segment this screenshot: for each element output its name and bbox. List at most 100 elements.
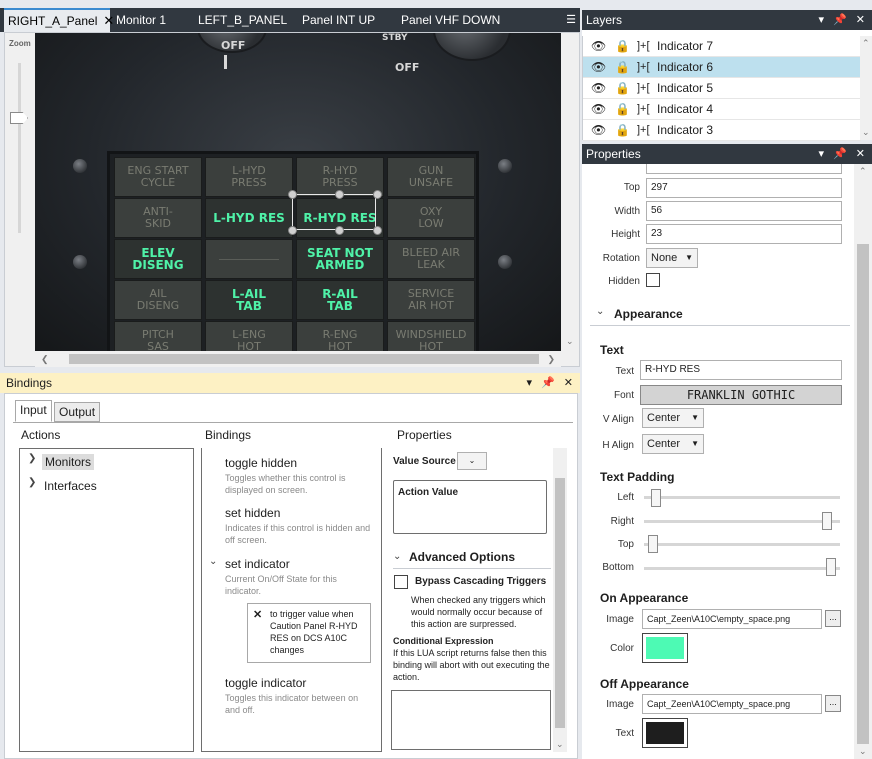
- binding-properties-scrollbar[interactable]: ⌄: [553, 448, 567, 752]
- off-image-browse-button[interactable]: ...: [825, 695, 841, 712]
- panel-window-controls[interactable]: ▾ 📌 ✕: [818, 144, 868, 164]
- annunciator-cell[interactable]: L-AIL TAB: [205, 280, 293, 320]
- valign-select[interactable]: Center ▼: [642, 408, 704, 428]
- pad-top-slider-thumb[interactable]: [648, 535, 658, 553]
- chevron-down-icon[interactable]: ⌄: [556, 739, 564, 750]
- off-image-input[interactable]: Capt_Zeen\A10C\empty_space.png: [642, 694, 822, 714]
- scrollbar-thumb[interactable]: [857, 244, 869, 744]
- tree-item-interfaces[interactable]: Interfaces: [44, 479, 97, 493]
- doc-tab-panel-vhf-down[interactable]: Panel VHF DOWN: [401, 8, 500, 32]
- link-bracket-icon[interactable]: ]+[: [637, 120, 650, 140]
- eye-icon[interactable]: 👁: [591, 99, 606, 119]
- layer-row[interactable]: 👁 🔒]+[Indicator 7: [583, 36, 861, 57]
- binding-set-indicator[interactable]: set indicator: [225, 557, 290, 571]
- partial-field[interactable]: [646, 164, 842, 174]
- annunciator-cell[interactable]: ANTI- SKID: [114, 198, 202, 238]
- tab-output[interactable]: Output: [54, 402, 101, 422]
- pad-right-slider[interactable]: [644, 520, 840, 523]
- eye-icon[interactable]: 👁: [591, 36, 606, 56]
- halign-select[interactable]: Center ▼: [642, 434, 704, 454]
- zoom-track[interactable]: [18, 63, 21, 233]
- chevron-right-icon[interactable]: ❯: [547, 354, 555, 365]
- link-bracket-icon[interactable]: ]+[: [637, 78, 650, 98]
- link-bracket-icon[interactable]: ]+[: [637, 99, 650, 119]
- resize-handle[interactable]: [335, 226, 344, 235]
- doc-tab-panel-int-up[interactable]: Panel INT UP: [302, 8, 375, 32]
- binding-toggle-indicator[interactable]: toggle indicator: [225, 676, 306, 690]
- pad-bottom-slider-thumb[interactable]: [826, 558, 836, 576]
- annunciator-cell[interactable]: WINDSHIELD HOT: [387, 321, 475, 351]
- hidden-checkbox[interactable]: [646, 273, 660, 287]
- resize-handle[interactable]: [288, 226, 297, 235]
- properties-vertical-scrollbar[interactable]: ⌃ ⌄: [854, 164, 872, 759]
- resize-handle[interactable]: [373, 226, 382, 235]
- pad-left-slider[interactable]: [644, 496, 840, 499]
- panel-window-controls[interactable]: ▾ 📌 ✕: [818, 10, 868, 30]
- font-picker[interactable]: FRANKLIN GOTHIC: [640, 385, 842, 405]
- chevron-right-icon[interactable]: ❯: [28, 477, 36, 488]
- annunciator-cell[interactable]: L-ENG HOT: [205, 321, 293, 351]
- layer-row[interactable]: 👁 🔒]+[Indicator 5: [583, 78, 861, 99]
- chevron-down-icon[interactable]: ⌄: [566, 336, 574, 347]
- text-input[interactable]: R-HYD RES: [640, 360, 842, 380]
- value-source-select[interactable]: ⌄: [457, 452, 487, 470]
- chevron-down-icon[interactable]: ⌄: [862, 127, 870, 138]
- tab-input[interactable]: Input: [15, 400, 52, 422]
- layer-row[interactable]: 👁 🔒]+[Indicator 6: [583, 57, 861, 78]
- tab-list-menu-icon[interactable]: ☰: [566, 8, 576, 32]
- chevron-up-icon[interactable]: ⌃: [859, 166, 867, 177]
- annunciator-cell[interactable]: R-AIL TAB: [296, 280, 384, 320]
- binding-set-hidden[interactable]: set hidden: [225, 506, 280, 520]
- close-icon[interactable]: ✕: [253, 608, 262, 621]
- annunciator-cell[interactable]: AIL DISENG: [114, 280, 202, 320]
- chevron-down-icon[interactable]: ⌄: [393, 551, 401, 562]
- annunciator-cell[interactable]: L-HYD RES: [205, 198, 293, 238]
- lock-icon[interactable]: 🔒: [615, 57, 630, 77]
- top-input[interactable]: 297: [646, 178, 842, 198]
- tree-item-monitors[interactable]: Monitors: [42, 454, 95, 470]
- chevron-up-icon[interactable]: ⌃: [862, 38, 870, 49]
- link-bracket-icon[interactable]: ]+[: [637, 57, 650, 77]
- canvas-horizontal-scrollbar[interactable]: ❮ ❯: [35, 351, 561, 367]
- binding-toggle-hidden[interactable]: toggle hidden: [225, 456, 297, 470]
- chevron-down-icon[interactable]: ⌄: [209, 556, 217, 567]
- resize-handle[interactable]: [288, 190, 297, 199]
- off-text-color-swatch[interactable]: [642, 718, 688, 748]
- lock-icon[interactable]: 🔒: [615, 78, 630, 98]
- pad-right-slider-thumb[interactable]: [822, 512, 832, 530]
- annunciator-cell[interactable]: L-HYD PRESS: [205, 157, 293, 197]
- width-input[interactable]: 56: [646, 201, 842, 221]
- doc-tab-right-a-panel[interactable]: RIGHT_A_Panel ✕: [4, 8, 114, 32]
- lock-icon[interactable]: 🔒: [615, 99, 630, 119]
- appearance-section-header[interactable]: ⌄ Appearance: [590, 298, 850, 326]
- on-color-swatch[interactable]: [642, 633, 688, 663]
- advanced-options-header[interactable]: Advanced Options: [409, 550, 515, 564]
- pad-top-slider[interactable]: [644, 543, 840, 546]
- height-input[interactable]: 23: [646, 224, 842, 244]
- pad-bottom-slider[interactable]: [644, 567, 840, 570]
- doc-tab-monitor-1[interactable]: Monitor 1: [116, 8, 166, 32]
- binding-trigger-card[interactable]: ✕ to trigger value when Caution Panel R-…: [247, 603, 371, 663]
- annunciator-cell[interactable]: ENG START CYCLE: [114, 157, 202, 197]
- canvas-vertical-scrollbar[interactable]: ⌄: [561, 33, 579, 351]
- annunciator-cell[interactable]: ELEV DISENG: [114, 239, 202, 279]
- layer-row[interactable]: 👁 🔒]+[Indicator 4: [583, 99, 861, 120]
- on-image-input[interactable]: Capt_Zeen\A10C\empty_space.png: [642, 609, 822, 629]
- eye-icon[interactable]: 👁: [591, 120, 606, 140]
- annunciator-cell[interactable]: R-ENG HOT: [296, 321, 384, 351]
- scrollbar-thumb[interactable]: [555, 478, 565, 728]
- chevron-down-icon[interactable]: ⌄: [859, 746, 867, 757]
- annunciator-cell[interactable]: [205, 239, 293, 279]
- lock-icon[interactable]: 🔒: [615, 120, 630, 140]
- close-icon[interactable]: ✕: [103, 13, 114, 28]
- layers-vertical-scrollbar[interactable]: ⌃ ⌄: [860, 36, 872, 140]
- on-image-browse-button[interactable]: ...: [825, 610, 841, 627]
- doc-tab-left-b-panel[interactable]: LEFT_B_PANEL: [198, 8, 287, 32]
- layer-row[interactable]: 👁 🔒]+[Indicator 3: [583, 120, 861, 141]
- chevron-left-icon[interactable]: ❮: [41, 354, 49, 365]
- conditional-expression-input[interactable]: [391, 690, 551, 750]
- link-bracket-icon[interactable]: ]+[: [637, 36, 650, 56]
- scrollbar-thumb[interactable]: [69, 354, 539, 364]
- rotation-select[interactable]: None ▼: [646, 248, 698, 268]
- lock-icon[interactable]: 🔒: [615, 36, 630, 56]
